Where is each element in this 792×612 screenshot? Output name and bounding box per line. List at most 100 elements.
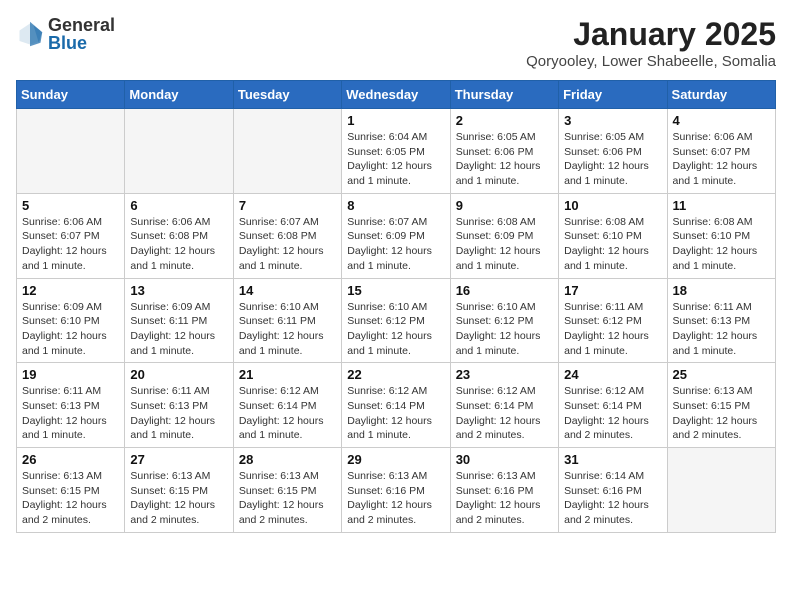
weekday-header-friday: Friday bbox=[559, 81, 667, 109]
day-number: 22 bbox=[347, 367, 444, 382]
day-number: 24 bbox=[564, 367, 661, 382]
day-info: Sunrise: 6:13 AM Sunset: 6:15 PM Dayligh… bbox=[673, 384, 770, 443]
calendar-week-row: 1 Sunrise: 6:04 AM Sunset: 6:05 PM Daylig… bbox=[17, 109, 776, 194]
day-number: 10 bbox=[564, 198, 661, 213]
calendar-cell: 28Sunrise: 6:13 AM Sunset: 6:15 PM Dayli… bbox=[233, 448, 341, 533]
logo-general: General bbox=[48, 16, 115, 34]
day-info: Sunrise: 6:10 AM Sunset: 6:12 PM Dayligh… bbox=[456, 300, 553, 359]
weekday-header-monday: Monday bbox=[125, 81, 233, 109]
calendar-cell: 4 Sunrise: 6:06 AM Sunset: 6:07 PM Daylig… bbox=[667, 109, 775, 194]
day-number: 13 bbox=[130, 283, 227, 298]
day-info: Sunrise: 6:12 AM Sunset: 6:14 PM Dayligh… bbox=[239, 384, 336, 443]
calendar-cell: 31 Sunrise: 6:14 AM Sunset: 6:16 PM Dayli… bbox=[559, 448, 667, 533]
day-number: 17 bbox=[564, 283, 661, 298]
day-info: Sunrise: 6:10 AM Sunset: 6:11 PM Dayligh… bbox=[239, 300, 336, 359]
calendar-cell: 5Sunrise: 6:06 AM Sunset: 6:07 PM Daylig… bbox=[17, 193, 125, 278]
logo-blue: Blue bbox=[48, 34, 115, 52]
day-number: 23 bbox=[456, 367, 553, 382]
title-area: January 2025 Qoryooley, Lower Shabeelle,… bbox=[526, 16, 776, 70]
logo: General Blue bbox=[16, 16, 115, 52]
calendar-cell bbox=[667, 448, 775, 533]
calendar-cell: 10 Sunrise: 6:08 AM Sunset: 6:10 PM Dayli… bbox=[559, 193, 667, 278]
calendar-cell: 12Sunrise: 6:09 AM Sunset: 6:10 PM Dayli… bbox=[17, 278, 125, 363]
day-number: 27 bbox=[130, 452, 227, 467]
day-number: 5 bbox=[22, 198, 119, 213]
day-info: Sunrise: 6:05 AM Sunset: 6:06 PM Dayligh… bbox=[564, 130, 661, 189]
calendar-cell: 13 Sunrise: 6:09 AM Sunset: 6:11 PM Dayli… bbox=[125, 278, 233, 363]
day-number: 9 bbox=[456, 198, 553, 213]
calendar-cell: 21 Sunrise: 6:12 AM Sunset: 6:14 PM Dayli… bbox=[233, 363, 341, 448]
calendar-cell: 16 Sunrise: 6:10 AM Sunset: 6:12 PM Dayli… bbox=[450, 278, 558, 363]
day-number: 3 bbox=[564, 113, 661, 128]
weekday-header-tuesday: Tuesday bbox=[233, 81, 341, 109]
calendar-cell: 30 Sunrise: 6:13 AM Sunset: 6:16 PM Dayli… bbox=[450, 448, 558, 533]
day-number: 21 bbox=[239, 367, 336, 382]
day-info: Sunrise: 6:14 AM Sunset: 6:16 PM Dayligh… bbox=[564, 469, 661, 528]
calendar-cell: 19 Sunrise: 6:11 AM Sunset: 6:13 PM Dayli… bbox=[17, 363, 125, 448]
day-number: 26 bbox=[22, 452, 119, 467]
calendar-cell: 26 Sunrise: 6:13 AM Sunset: 6:15 PM Dayli… bbox=[17, 448, 125, 533]
calendar-cell: 3 Sunrise: 6:05 AM Sunset: 6:06 PM Daylig… bbox=[559, 109, 667, 194]
page-header: General Blue January 2025 Qoryooley, Low… bbox=[16, 16, 776, 70]
calendar-cell: 11Sunrise: 6:08 AM Sunset: 6:10 PM Dayli… bbox=[667, 193, 775, 278]
calendar-cell: 24 Sunrise: 6:12 AM Sunset: 6:14 PM Dayli… bbox=[559, 363, 667, 448]
day-number: 4 bbox=[673, 113, 770, 128]
day-info: Sunrise: 6:11 AM Sunset: 6:13 PM Dayligh… bbox=[22, 384, 119, 443]
calendar-cell bbox=[17, 109, 125, 194]
day-number: 20 bbox=[130, 367, 227, 382]
calendar-cell bbox=[233, 109, 341, 194]
calendar-cell: 23Sunrise: 6:12 AM Sunset: 6:14 PM Dayli… bbox=[450, 363, 558, 448]
day-number: 28 bbox=[239, 452, 336, 467]
day-number: 14 bbox=[239, 283, 336, 298]
day-info: Sunrise: 6:11 AM Sunset: 6:12 PM Dayligh… bbox=[564, 300, 661, 359]
calendar-cell: 6 Sunrise: 6:06 AM Sunset: 6:08 PM Daylig… bbox=[125, 193, 233, 278]
day-number: 11 bbox=[673, 198, 770, 213]
calendar-week-row: 19 Sunrise: 6:11 AM Sunset: 6:13 PM Dayli… bbox=[17, 363, 776, 448]
day-number: 18 bbox=[673, 283, 770, 298]
calendar-cell: 15Sunrise: 6:10 AM Sunset: 6:12 PM Dayli… bbox=[342, 278, 450, 363]
day-number: 1 bbox=[347, 113, 444, 128]
day-info: Sunrise: 6:08 AM Sunset: 6:10 PM Dayligh… bbox=[564, 215, 661, 274]
day-number: 12 bbox=[22, 283, 119, 298]
calendar-cell: 9 Sunrise: 6:08 AM Sunset: 6:09 PM Daylig… bbox=[450, 193, 558, 278]
day-info: Sunrise: 6:06 AM Sunset: 6:07 PM Dayligh… bbox=[673, 130, 770, 189]
calendar-cell: 20Sunrise: 6:11 AM Sunset: 6:13 PM Dayli… bbox=[125, 363, 233, 448]
day-number: 8 bbox=[347, 198, 444, 213]
logo-icon bbox=[16, 20, 44, 48]
calendar-cell: 17 Sunrise: 6:11 AM Sunset: 6:12 PM Dayli… bbox=[559, 278, 667, 363]
day-number: 7 bbox=[239, 198, 336, 213]
calendar-cell: 1 Sunrise: 6:04 AM Sunset: 6:05 PM Daylig… bbox=[342, 109, 450, 194]
day-number: 19 bbox=[22, 367, 119, 382]
weekday-header-row: SundayMondayTuesdayWednesdayThursdayFrid… bbox=[17, 81, 776, 109]
day-number: 16 bbox=[456, 283, 553, 298]
day-info: Sunrise: 6:13 AM Sunset: 6:16 PM Dayligh… bbox=[456, 469, 553, 528]
day-info: Sunrise: 6:06 AM Sunset: 6:08 PM Dayligh… bbox=[130, 215, 227, 274]
calendar-cell: 2 Sunrise: 6:05 AM Sunset: 6:06 PM Daylig… bbox=[450, 109, 558, 194]
day-number: 2 bbox=[456, 113, 553, 128]
day-number: 30 bbox=[456, 452, 553, 467]
day-number: 29 bbox=[347, 452, 444, 467]
day-info: Sunrise: 6:12 AM Sunset: 6:14 PM Dayligh… bbox=[564, 384, 661, 443]
calendar-week-row: 12Sunrise: 6:09 AM Sunset: 6:10 PM Dayli… bbox=[17, 278, 776, 363]
weekday-header-saturday: Saturday bbox=[667, 81, 775, 109]
calendar-cell: 22 Sunrise: 6:12 AM Sunset: 6:14 PM Dayli… bbox=[342, 363, 450, 448]
day-number: 31 bbox=[564, 452, 661, 467]
day-info: Sunrise: 6:04 AM Sunset: 6:05 PM Dayligh… bbox=[347, 130, 444, 189]
day-info: Sunrise: 6:13 AM Sunset: 6:15 PM Dayligh… bbox=[22, 469, 119, 528]
day-number: 6 bbox=[130, 198, 227, 213]
day-info: Sunrise: 6:08 AM Sunset: 6:09 PM Dayligh… bbox=[456, 215, 553, 274]
day-info: Sunrise: 6:13 AM Sunset: 6:15 PM Dayligh… bbox=[130, 469, 227, 528]
day-info: Sunrise: 6:09 AM Sunset: 6:11 PM Dayligh… bbox=[130, 300, 227, 359]
logo-text: General Blue bbox=[48, 16, 115, 52]
day-info: Sunrise: 6:07 AM Sunset: 6:09 PM Dayligh… bbox=[347, 215, 444, 274]
calendar-week-row: 5Sunrise: 6:06 AM Sunset: 6:07 PM Daylig… bbox=[17, 193, 776, 278]
calendar-cell: 18Sunrise: 6:11 AM Sunset: 6:13 PM Dayli… bbox=[667, 278, 775, 363]
weekday-header-wednesday: Wednesday bbox=[342, 81, 450, 109]
calendar-cell: 27 Sunrise: 6:13 AM Sunset: 6:15 PM Dayli… bbox=[125, 448, 233, 533]
day-number: 25 bbox=[673, 367, 770, 382]
calendar-week-row: 26 Sunrise: 6:13 AM Sunset: 6:15 PM Dayli… bbox=[17, 448, 776, 533]
calendar-table: SundayMondayTuesdayWednesdayThursdayFrid… bbox=[16, 80, 776, 533]
calendar-cell: 8 Sunrise: 6:07 AM Sunset: 6:09 PM Daylig… bbox=[342, 193, 450, 278]
day-info: Sunrise: 6:12 AM Sunset: 6:14 PM Dayligh… bbox=[347, 384, 444, 443]
day-info: Sunrise: 6:05 AM Sunset: 6:06 PM Dayligh… bbox=[456, 130, 553, 189]
